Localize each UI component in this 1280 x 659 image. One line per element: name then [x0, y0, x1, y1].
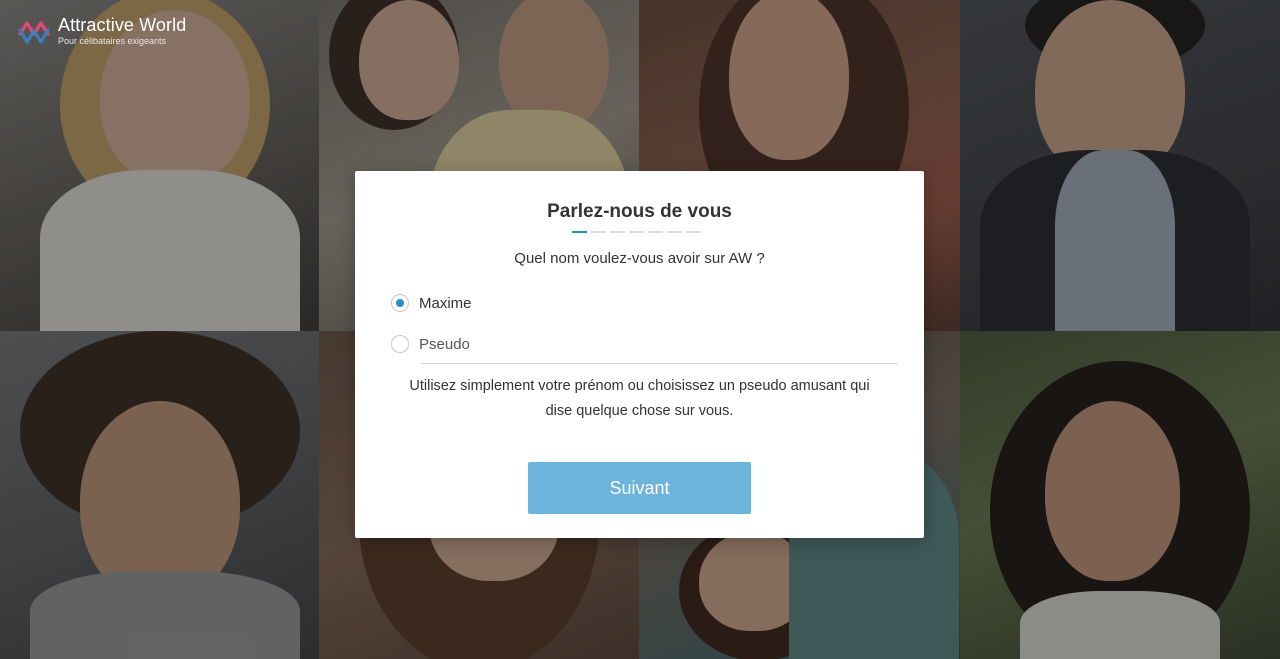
dialog-question: Quel nom voulez-vous avoir sur AW ?	[514, 250, 765, 267]
brand-tagline: Pour célibataires exigeants	[58, 36, 167, 46]
progress-step	[591, 231, 606, 233]
next-button[interactable]: Suivant	[528, 462, 751, 514]
progress-step	[610, 231, 625, 233]
radio-pseudo[interactable]	[391, 335, 409, 353]
help-text: Utilisez simplement votre prénom ou choi…	[375, 374, 904, 424]
progress-step	[686, 231, 701, 233]
brand-logo-icon	[18, 21, 50, 44]
brand-logo[interactable]: Attractive World Pour célibataires exige…	[16, 14, 186, 48]
brand-name: Attractive World	[58, 15, 187, 35]
page: Attractive World Pour célibataires exige…	[0, 0, 1280, 659]
pseudo-input-underline	[421, 363, 898, 364]
help-text-line: dise quelque chose sur vous.	[545, 403, 734, 419]
progress-step	[667, 231, 682, 233]
help-text-line: Utilisez simplement votre prénom ou choi…	[409, 378, 870, 394]
profile-name-dialog: Parlez-nous de vous Quel nom voulez-vous…	[355, 171, 924, 538]
progress-step	[648, 231, 663, 233]
step-progress-indicator	[572, 231, 701, 233]
radio-firstname[interactable]	[391, 294, 409, 312]
progress-step	[629, 231, 644, 233]
dialog-title: Parlez-nous de vous	[547, 201, 732, 222]
option-firstname[interactable]: Maxime	[391, 294, 472, 312]
option-pseudo[interactable]: Pseudo	[391, 335, 470, 353]
progress-step	[572, 231, 587, 233]
radio-checked-dot	[396, 299, 404, 307]
option-firstname-label: Maxime	[419, 294, 472, 312]
brand-logo-text: Attractive World Pour célibataires exige…	[58, 16, 186, 46]
option-pseudo-label: Pseudo	[419, 335, 470, 353]
